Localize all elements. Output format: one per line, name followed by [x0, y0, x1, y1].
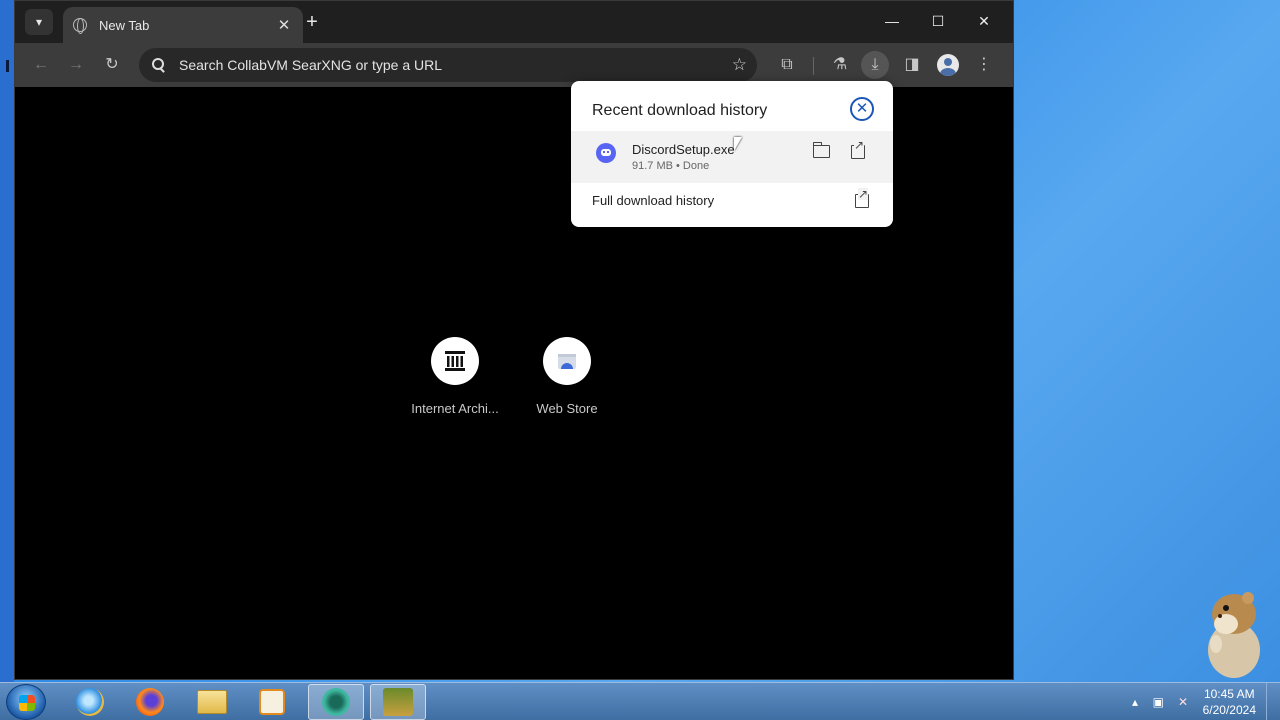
taskbar-explorer[interactable]: [184, 684, 240, 720]
shortcut-internet-archive[interactable]: Internet Archi...: [405, 337, 505, 416]
maximize-button[interactable]: ☐: [923, 9, 953, 33]
web-store-icon: [543, 337, 591, 385]
labs-button[interactable]: ⚗: [826, 51, 854, 79]
taskbar-internet-explorer[interactable]: [62, 684, 118, 720]
close-window-button[interactable]: ✕: [969, 9, 999, 33]
full-download-history-link[interactable]: Full download history: [592, 193, 714, 208]
shortcut-web-store[interactable]: Web Store: [517, 337, 617, 416]
toolbar-divider: [813, 57, 814, 75]
taskbar-box-app[interactable]: [370, 684, 426, 720]
taskbar-chrome[interactable]: [308, 684, 364, 720]
close-icon[interactable]: ✕: [850, 97, 874, 121]
clock-time: 10:45 AM: [1203, 687, 1255, 701]
download-status: 91.7 MB • Done: [632, 160, 710, 172]
address-bar[interactable]: Search CollabVM SearXNG or type a URL ☆: [139, 48, 757, 82]
network-icon[interactable]: ▣: [1153, 695, 1164, 709]
download-bubble-title: Recent download history: [592, 102, 768, 119]
firefox-icon: [136, 688, 164, 716]
more-vert-icon: ⋮: [976, 56, 992, 73]
clock-date: 6/20/2024: [1202, 703, 1256, 717]
download-filename: DiscordSetup.exe: [632, 142, 735, 157]
menu-button[interactable]: ⋮: [970, 51, 998, 79]
forward-button[interactable]: →: [62, 51, 90, 79]
address-bar-placeholder: Search CollabVM SearXNG or type a URL: [179, 57, 442, 73]
shortcut-label: Internet Archi...: [411, 401, 499, 416]
taskbar-firefox[interactable]: [122, 684, 178, 720]
archive-icon: [431, 337, 479, 385]
ie-icon: [76, 688, 104, 716]
hamster-mascot: [1208, 592, 1260, 678]
back-button[interactable]: ←: [27, 51, 55, 79]
side-panel-icon: ◨: [904, 56, 920, 73]
title-bar: ▾ New Tab ✕ + — ☐ ✕: [15, 1, 1013, 43]
open-external-icon[interactable]: [851, 139, 865, 159]
desktop-background: [0, 0, 14, 682]
tray-expand-icon[interactable]: ▴: [1132, 695, 1138, 709]
discord-icon: [596, 143, 616, 163]
minimize-button[interactable]: —: [877, 9, 907, 33]
browser-icon: [322, 688, 350, 716]
downloads-button[interactable]: ⤓: [861, 51, 889, 79]
search-icon: [149, 55, 169, 75]
reload-button[interactable]: ↻: [98, 51, 126, 79]
open-external-icon[interactable]: [855, 188, 869, 208]
media-player-icon: [259, 689, 285, 715]
clock[interactable]: 10:45 AM 6/20/2024: [1203, 686, 1256, 718]
download-item[interactable]: DiscordSetup.exe 91.7 MB • Done: [571, 131, 893, 183]
start-button[interactable]: [6, 684, 46, 720]
folder-icon: [197, 690, 227, 714]
tab-close-button[interactable]: ✕: [275, 16, 293, 34]
box-app-icon: [383, 688, 413, 716]
show-desktop-button[interactable]: [1266, 683, 1280, 720]
new-tab-button[interactable]: +: [301, 11, 323, 33]
chevron-down-icon: ▾: [35, 15, 43, 29]
globe-icon: [73, 17, 87, 34]
bookmark-star-icon[interactable]: ☆: [732, 55, 747, 75]
profile-avatar[interactable]: [937, 54, 959, 76]
tab-new-tab[interactable]: New Tab ✕: [63, 7, 303, 43]
tab-title: New Tab: [99, 17, 150, 33]
taskbar: ▴ ▣ ✕ 10:45 AM 6/20/2024: [0, 682, 1280, 720]
download-bubble: Recent download history ✕ DiscordSetup.e…: [571, 81, 893, 227]
tab-search-button[interactable]: ▾: [25, 9, 53, 35]
mouse-cursor: [734, 137, 742, 151]
side-panel-button[interactable]: ◨: [898, 51, 926, 79]
folder-icon[interactable]: [812, 142, 830, 158]
flask-icon: ⚗: [832, 56, 848, 73]
taskbar-media-player[interactable]: [244, 684, 300, 720]
download-icon: ⤓: [871, 56, 879, 73]
puzzle-icon: ⧉: [781, 56, 793, 73]
shortcut-label: Web Store: [536, 401, 598, 416]
extensions-button[interactable]: ⧉: [773, 51, 801, 79]
volume-muted-icon[interactable]: ✕: [1178, 695, 1188, 709]
